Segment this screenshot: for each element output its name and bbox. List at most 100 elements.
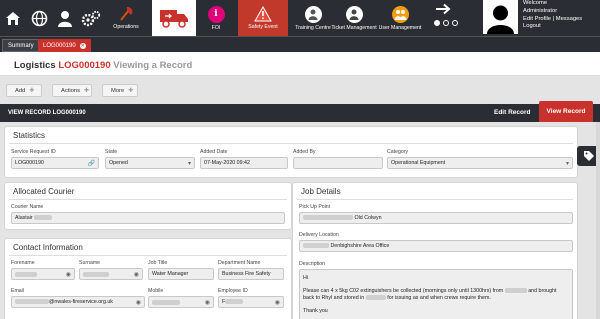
avatar[interactable]	[483, 0, 518, 34]
redacted-text	[303, 243, 329, 249]
info-icon: i	[207, 5, 225, 23]
courier-heading: Allocated Courier	[9, 183, 287, 200]
nav-page-dots	[434, 20, 458, 26]
redacted-text	[365, 295, 386, 301]
job-title-input[interactable]: Water Manager	[148, 268, 214, 280]
eye-icon[interactable]: ◉	[205, 299, 210, 306]
nav-safety-event[interactable]: Safety Event	[238, 0, 288, 36]
redacted-text	[34, 215, 53, 221]
courier-name-input[interactable]: Alastair	[11, 212, 285, 224]
redacted-text	[504, 287, 527, 293]
plus-icon: ✚	[128, 88, 134, 94]
page-dot[interactable]	[452, 20, 458, 26]
redacted-text	[303, 215, 353, 221]
view-record-button[interactable]: View Record	[539, 101, 593, 122]
redacted-text	[225, 299, 244, 305]
welcome-text: Welcome	[523, 0, 548, 6]
edit-profile-link[interactable]: Edit Profile | Messages	[523, 16, 582, 24]
pickup-point-input[interactable]: Old Colwyn	[299, 212, 573, 224]
service-request-id-input[interactable]: LOG000190 🔗	[11, 157, 99, 169]
plus-icon: ✚	[29, 88, 35, 94]
nav-ticket-management[interactable]: Ticket Management	[330, 0, 378, 36]
scrollbar[interactable]	[596, 122, 600, 319]
module-title: Logistics	[14, 60, 56, 71]
tab-record[interactable]: LOG000190 ✕	[38, 39, 91, 52]
delivery-location-field: Delivery Location Denbighshire Area Offi…	[299, 232, 573, 252]
category-select[interactable]: Operational Equipment ▾	[387, 157, 573, 169]
home-icon[interactable]	[3, 0, 23, 36]
state-field: State Opened ▾	[105, 149, 195, 169]
users-icon	[391, 5, 409, 23]
forename-field: Forename ◉	[11, 260, 75, 280]
mobile-input[interactable]: ◉	[148, 296, 214, 308]
statistics-panel: Statistics Service Request ID LOG000190 🔗…	[4, 126, 578, 178]
add-button[interactable]: Add ✚	[6, 84, 42, 97]
ticket-icon	[345, 5, 363, 23]
employee-id-field: Employee ID F ◉	[218, 288, 284, 308]
added-by-field: Added By	[293, 149, 383, 169]
chevron-down-icon: ▾	[565, 160, 569, 167]
courier-name-field: Courier Name Alastair	[11, 204, 285, 224]
axe-icon	[120, 7, 133, 21]
allocated-courier-panel: Allocated Courier Courier Name Alastair	[4, 182, 292, 230]
pickup-point-field: Pick Up Point Old Colwyn	[299, 204, 573, 224]
eye-icon[interactable]: ◉	[134, 271, 139, 278]
person-icon[interactable]	[55, 0, 75, 36]
record-id: LOG000190	[58, 60, 111, 71]
forename-input[interactable]: ◉	[11, 268, 75, 280]
redacted-text	[83, 271, 109, 277]
redacted-text	[15, 271, 37, 277]
view-mode: Viewing a Record	[113, 60, 193, 71]
eye-icon[interactable]: ◉	[66, 271, 71, 278]
surname-input[interactable]: ◉	[79, 268, 143, 280]
page-dot[interactable]	[443, 20, 449, 26]
redacted-text	[15, 299, 49, 305]
contact-heading: Contact Information	[9, 239, 287, 256]
description-field: Description Hi Please can 4 x 5kg C02 ex…	[299, 261, 573, 319]
actions-button[interactable]: Actions ✚	[52, 84, 92, 97]
email-field: Email @nwales-fireservice.org.uk ◉	[11, 288, 145, 308]
eye-icon[interactable]: ◉	[136, 299, 141, 306]
trainee-icon	[304, 5, 322, 23]
mobile-field: Mobile ◉	[148, 288, 214, 308]
tab-summary[interactable]: Summary	[2, 39, 40, 52]
job-details-panel: Job Details Pick Up Point Old Colwyn Del…	[292, 182, 578, 319]
nav-logistics[interactable]	[152, 0, 196, 36]
added-date-input[interactable]: 07-May-2020 09:42	[200, 157, 288, 169]
service-request-id-field: Service Request ID LOG000190 🔗	[11, 149, 99, 169]
record-toolbar: Add ✚ Actions ✚ More ✚	[6, 84, 138, 97]
employee-id-input[interactable]: F ◉	[218, 296, 284, 308]
surname-field: Surname ◉	[79, 260, 143, 280]
link-icon: 🔗	[87, 160, 95, 167]
nav-user-management[interactable]: User Management	[376, 0, 424, 36]
nav-foi[interactable]: i FOI	[197, 0, 235, 36]
edit-record-button[interactable]: Edit Record	[494, 109, 530, 116]
nav-operations[interactable]: Operations	[104, 0, 148, 36]
globe-icon[interactable]	[29, 0, 49, 36]
logout-link[interactable]: Logout	[523, 23, 582, 31]
eye-icon[interactable]: ◉	[275, 299, 280, 306]
delivery-location-input[interactable]: Denbighshire Area Office	[299, 240, 573, 252]
user-menu: Welcome Administrator Edit Profile | Mes…	[523, 0, 582, 31]
contact-information-panel: Contact Information Forename ◉ Surname ◉…	[4, 238, 292, 319]
description-textarea[interactable]: Hi Please can 4 x 5kg C02 extinguishers …	[299, 269, 573, 319]
added-by-input[interactable]	[293, 157, 383, 169]
redacted-text	[152, 299, 180, 305]
email-input[interactable]: @nwales-fireservice.org.uk ◉	[11, 296, 145, 308]
state-select[interactable]: Opened ▾	[105, 157, 195, 169]
job-heading: Job Details	[297, 183, 573, 200]
close-icon[interactable]: ✕	[79, 42, 86, 49]
plus-icon: ✚	[84, 88, 90, 94]
added-date-field: Added Date 07-May-2020 09:42	[200, 149, 288, 169]
truck-icon	[160, 10, 188, 28]
warning-icon	[254, 6, 272, 22]
user-name: Administrator	[523, 7, 558, 14]
view-record-title: VIEW RECORD LOG000190	[8, 110, 86, 116]
gears-icon[interactable]	[80, 0, 102, 36]
department-input[interactable]: Business Fire Safety	[218, 268, 284, 280]
chevron-down-icon: ▾	[187, 160, 191, 167]
page-dot[interactable]	[434, 20, 440, 26]
tab-strip: Summary LOG000190 ✕	[0, 36, 600, 52]
more-button[interactable]: More ✚	[102, 84, 138, 97]
next-arrow-icon[interactable]	[432, 0, 454, 18]
